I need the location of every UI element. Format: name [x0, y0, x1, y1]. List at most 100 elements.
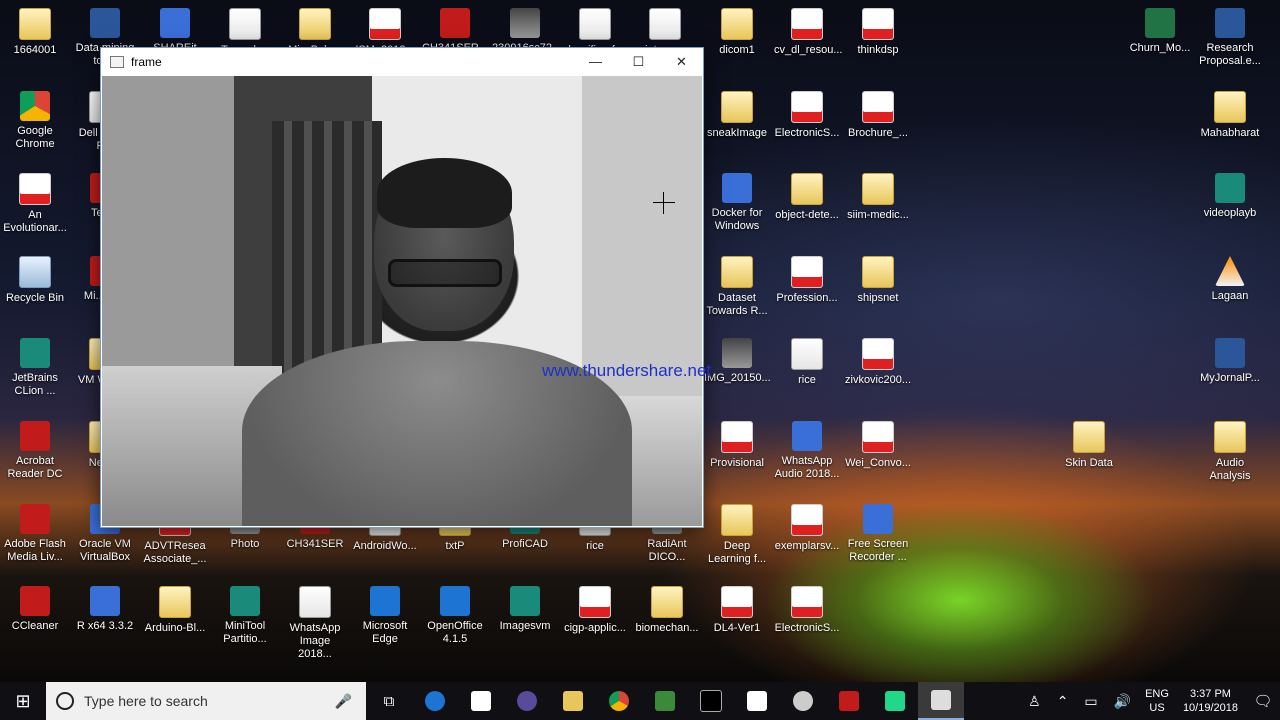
r-icon	[90, 586, 120, 616]
start-button[interactable]: ⊞	[0, 682, 46, 720]
desktop-icon[interactable]: Adobe Flash Media Liv...	[0, 498, 70, 564]
taskbar-edge[interactable]	[412, 682, 458, 720]
taskbar-settings[interactable]	[780, 682, 826, 720]
taskbar-photos[interactable]	[734, 682, 780, 720]
desktop-icon[interactable]: sneakImage	[702, 85, 772, 140]
minimize-button[interactable]: —	[574, 48, 617, 75]
search-placeholder: Type here to search	[84, 693, 208, 709]
taskbar-cmd[interactable]	[688, 682, 734, 720]
texmaker-icon	[229, 8, 261, 40]
taskbar-chrome[interactable]	[596, 682, 642, 720]
desktop-icon[interactable]: rice	[772, 332, 842, 387]
desktop-icon[interactable]: Wei_Convo...	[843, 415, 913, 470]
system-tray: ♙ ⌃ ▭ 🔊 ENG US 3:37 PM 10/19/2018 🗨	[1020, 682, 1280, 720]
notifications-button[interactable]: 🗨	[1246, 692, 1280, 710]
desktop-icon[interactable]: ElectronicS...	[772, 580, 842, 635]
folder-icon	[721, 504, 753, 536]
desktop-icon[interactable]: Google Chrome	[0, 85, 70, 151]
desktop-icon[interactable]: Microsoft Edge	[350, 580, 420, 646]
desktop-icon[interactable]: Arduino-Bl...	[140, 580, 210, 635]
text-file-icon	[579, 8, 611, 40]
people-icon[interactable]: ♙	[1020, 693, 1049, 710]
cortana-icon	[56, 692, 74, 710]
desktop-icon[interactable]: Profession...	[772, 250, 842, 305]
desktop-icon[interactable]: MyJornalP...	[1195, 332, 1265, 385]
frame-window[interactable]: frame — ☐ ✕	[100, 47, 704, 528]
desktop-icon[interactable]: Churn_Mo...	[1125, 2, 1195, 55]
crosshair-cursor-icon	[653, 192, 675, 214]
taskbar-store[interactable]	[458, 682, 504, 720]
desktop-icon[interactable]: Deep Learning f...	[702, 498, 772, 566]
desktop-icon[interactable]: cv_dl_resou...	[772, 2, 842, 57]
taskbar-app[interactable]	[504, 682, 550, 720]
file-explorer-icon	[563, 691, 583, 711]
desktop-icon[interactable]: MiniTool Partitio...	[210, 580, 280, 646]
desktop-icon[interactable]: Recycle Bin	[0, 250, 70, 305]
desktop-icon[interactable]: Research Proposal.e...	[1195, 2, 1265, 68]
desktop-icon[interactable]: Mahabharat	[1195, 85, 1265, 140]
desktop-icon[interactable]: JetBrains CLion ...	[0, 332, 70, 398]
file-icon	[791, 338, 823, 370]
image-icon	[722, 338, 752, 368]
terminal-icon	[700, 690, 722, 712]
desktop-icon[interactable]: Free Screen Recorder ...	[843, 498, 913, 564]
desktop-icon[interactable]: Lagaan	[1195, 250, 1265, 303]
desktop-icon[interactable]: An Evolutionar...	[0, 167, 70, 235]
desktop-icon[interactable]: DL4-Ver1	[702, 580, 772, 635]
microphone-icon[interactable]: 🎤	[335, 693, 352, 710]
excel-icon	[1145, 8, 1175, 38]
taskbar-explorer[interactable]	[550, 682, 596, 720]
window-titlebar[interactable]: frame — ☐ ✕	[101, 48, 703, 75]
desktop-icon[interactable]: dicom1	[702, 2, 772, 57]
chevron-up-icon[interactable]: ⌃	[1049, 693, 1077, 710]
maximize-button[interactable]: ☐	[617, 48, 660, 75]
taskbar-app[interactable]	[642, 682, 688, 720]
desktop-icon[interactable]: Dataset Towards R...	[702, 250, 772, 318]
desktop-icon[interactable]: Imagesvm	[490, 580, 560, 633]
battery-icon[interactable]: ▭	[1076, 693, 1105, 710]
webcam-frame[interactable]	[102, 76, 702, 526]
taskbar-pycharm[interactable]	[872, 682, 918, 720]
clock-date: 10/19/2018	[1182, 702, 1238, 714]
task-view-button[interactable]: ⧉	[366, 682, 412, 720]
desktop-icon[interactable]: exemplarsv...	[772, 498, 842, 553]
pycharm-icon	[885, 691, 905, 711]
desktop-icon[interactable]: WhatsApp Audio 2018...	[772, 415, 842, 481]
desktop-icon[interactable]: CCleaner	[0, 580, 70, 633]
desktop-icon[interactable]: OpenOffice 4.1.5	[420, 580, 490, 646]
desktop-icon[interactable]: Audio Analysis	[1195, 415, 1265, 483]
folder-icon	[159, 586, 191, 618]
clock[interactable]: 3:37 PM 10/19/2018	[1175, 687, 1246, 715]
desktop-icon[interactable]: ElectronicS...	[772, 85, 842, 140]
volume-icon[interactable]: 🔊	[1106, 693, 1139, 710]
desktop-icon[interactable]: shipsnet	[843, 250, 913, 305]
folder-icon	[721, 8, 753, 40]
desktop-icon[interactable]: Provisional	[702, 415, 772, 470]
desktop-icon[interactable]: Skin Data	[1054, 415, 1124, 470]
search-box[interactable]: Type here to search 🎤	[46, 682, 366, 720]
language-indicator[interactable]: ENG US	[1139, 687, 1175, 715]
flash-media-icon	[20, 504, 50, 534]
pdf-icon	[791, 91, 823, 123]
desktop-icon[interactable]: WhatsApp Image 2018...	[280, 580, 350, 661]
pdf-icon	[862, 91, 894, 123]
taskbar-acrobat[interactable]	[826, 682, 872, 720]
taskbar-python-window[interactable]	[918, 682, 964, 720]
desktop-icon[interactable]: zivkovic200...	[843, 332, 913, 387]
desktop-icon[interactable]: thinkdsp	[843, 2, 913, 57]
desktop-icon[interactable]: siim-medic...	[843, 167, 913, 222]
desktop-icon[interactable]: Brochure_...	[843, 85, 913, 140]
desktop-icon[interactable]: R x64 3.3.2	[70, 580, 140, 633]
desktop-icon[interactable]: biomechan...	[632, 580, 702, 635]
desktop-icon[interactable]: Acrobat Reader DC	[0, 415, 70, 481]
desktop-icon[interactable]: IMG_20150...	[702, 332, 772, 385]
image-file-icon	[299, 586, 331, 618]
app-icon	[655, 691, 675, 711]
desktop-icon[interactable]: cigp-applic...	[560, 580, 630, 635]
desktop-icon[interactable]: 1664001	[0, 2, 70, 57]
pdf-icon	[791, 256, 823, 288]
close-button[interactable]: ✕	[660, 48, 703, 75]
desktop-icon[interactable]: videoplayb	[1195, 167, 1265, 220]
desktop-icon[interactable]: Docker for Windows	[702, 167, 772, 233]
desktop-icon[interactable]: object-dete...	[772, 167, 842, 222]
